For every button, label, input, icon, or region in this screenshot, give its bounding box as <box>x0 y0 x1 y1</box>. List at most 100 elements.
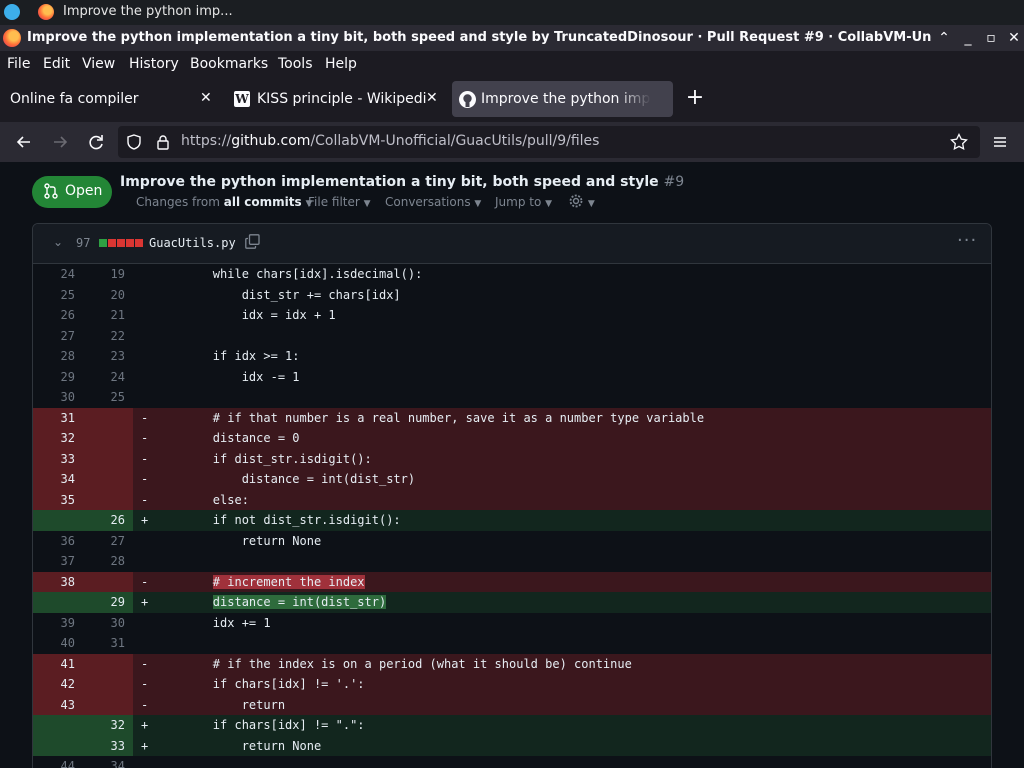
menu-help[interactable]: Help <box>325 56 357 72</box>
diff-row-ctx: 44 34 <box>33 756 991 768</box>
old-line-number[interactable]: 35 <box>33 489 83 510</box>
new-line-number[interactable]: 20 <box>83 285 133 306</box>
maximize-icon[interactable]: ▫ <box>981 28 1001 48</box>
site-shield-icon[interactable] <box>126 134 142 154</box>
old-line-number[interactable]: 43 <box>33 694 83 715</box>
menu-edit[interactable]: Edit <box>43 56 70 72</box>
new-line-number[interactable]: 32 <box>83 715 133 736</box>
pr-state-badge: Open <box>32 176 112 208</box>
new-line-number[interactable] <box>83 653 133 674</box>
old-line-number[interactable] <box>33 592 83 613</box>
diffstat-del-square <box>135 239 143 247</box>
old-line-number[interactable]: 25 <box>33 285 83 306</box>
app-menu-button[interactable] <box>988 130 1012 154</box>
lock-icon[interactable] <box>155 134 171 154</box>
diff-table: 24 19 while chars[idx].isdecimal(): 25 20 d… <box>33 264 991 768</box>
bookmark-star-icon[interactable] <box>950 133 968 155</box>
new-line-number[interactable]: 21 <box>83 305 133 326</box>
old-line-number[interactable]: 40 <box>33 633 83 654</box>
diff-row-ctx: 39 30 idx += 1 <box>33 612 991 634</box>
old-line-number[interactable]: 29 <box>33 367 83 388</box>
new-line-number[interactable] <box>83 489 133 510</box>
diff-row-ctx: 26 21 idx = idx + 1 <box>33 305 991 326</box>
old-line-number[interactable]: 42 <box>33 674 83 695</box>
old-line-number[interactable]: 36 <box>33 531 83 552</box>
forward-button[interactable] <box>48 130 72 154</box>
system-menu-icon[interactable] <box>4 4 20 20</box>
minimize-icon[interactable]: _ <box>958 28 978 48</box>
new-line-number[interactable]: 29 <box>83 592 133 613</box>
back-button[interactable] <box>12 130 36 154</box>
new-line-number[interactable]: 33 <box>83 735 133 756</box>
diff-settings-button[interactable]: ▼ <box>568 193 595 212</box>
file-name[interactable]: GuacUtils.py <box>149 236 236 250</box>
new-line-number[interactable]: 25 <box>83 387 133 408</box>
old-line-number[interactable]: 39 <box>33 613 83 634</box>
menu-history[interactable]: History <box>129 56 179 72</box>
new-tab-button[interactable]: + <box>684 85 706 111</box>
old-line-number[interactable]: 38 <box>33 571 83 592</box>
change-count: 97 <box>76 236 91 250</box>
new-line-number[interactable] <box>83 571 133 592</box>
new-line-number[interactable]: 34 <box>83 756 133 768</box>
menu-file[interactable]: File <box>7 56 30 72</box>
old-line-number[interactable] <box>33 735 83 756</box>
old-line-number[interactable]: 37 <box>33 551 83 572</box>
url-bar[interactable]: https://github.com/CollabVM-Unofficial/G… <box>118 126 980 158</box>
new-line-number[interactable] <box>83 674 133 695</box>
old-line-number[interactable] <box>33 510 83 531</box>
copy-path-icon[interactable] <box>245 234 260 249</box>
old-line-number[interactable]: 28 <box>33 346 83 367</box>
reload-button[interactable] <box>84 130 108 154</box>
old-line-number[interactable]: 33 <box>33 448 83 469</box>
gear-icon <box>569 194 583 208</box>
tab-close-icon[interactable]: ✕ <box>426 90 438 106</box>
tab-online-fa-compiler[interactable]: Online fa compiler ✕ <box>2 81 224 117</box>
collapse-chevron-icon[interactable]: ⌄ <box>53 235 63 249</box>
new-line-number[interactable]: 23 <box>83 346 133 367</box>
changes-from-dropdown[interactable]: Changes from all commits ▼ <box>136 195 312 209</box>
old-line-number[interactable]: 26 <box>33 305 83 326</box>
old-line-number[interactable]: 41 <box>33 653 83 674</box>
url-text[interactable]: https://github.com/CollabVM-Unofficial/G… <box>181 133 599 149</box>
menu-bookmarks[interactable]: Bookmarks <box>190 56 268 72</box>
window-keep-above-icon[interactable]: ⌃ <box>934 28 954 48</box>
firefox-taskbar-icon[interactable] <box>38 4 54 20</box>
old-line-number[interactable]: 27 <box>33 326 83 347</box>
new-line-number[interactable] <box>83 469 133 490</box>
new-line-number[interactable]: 30 <box>83 613 133 634</box>
new-line-number[interactable] <box>83 407 133 428</box>
new-line-number[interactable]: 31 <box>83 633 133 654</box>
old-line-number[interactable]: 24 <box>33 264 83 285</box>
new-line-number[interactable] <box>83 428 133 449</box>
old-line-number[interactable]: 32 <box>33 428 83 449</box>
new-line-number[interactable] <box>83 694 133 715</box>
old-line-number[interactable]: 30 <box>33 387 83 408</box>
reload-icon <box>89 135 103 150</box>
new-line-number[interactable]: 27 <box>83 531 133 552</box>
file-filter-dropdown[interactable]: File filter ▼ <box>308 195 371 209</box>
new-line-number[interactable]: 28 <box>83 551 133 572</box>
new-line-number[interactable]: 19 <box>83 264 133 285</box>
jump-to-dropdown[interactable]: Jump to ▼ <box>495 195 552 209</box>
pr-title-text[interactable]: Improve the python implementation a tiny… <box>120 174 659 190</box>
old-line-number[interactable]: 31 <box>33 407 83 428</box>
new-line-number[interactable] <box>83 448 133 469</box>
menu-view[interactable]: View <box>82 56 115 72</box>
old-line-number[interactable] <box>33 715 83 736</box>
taskbar-window-label[interactable]: Improve the python imp... <box>63 4 233 19</box>
new-line-number[interactable]: 26 <box>83 510 133 531</box>
close-window-icon[interactable]: ✕ <box>1004 28 1024 48</box>
new-line-number[interactable]: 24 <box>83 367 133 388</box>
tab-close-icon[interactable]: ✕ <box>200 90 212 106</box>
menu-tools[interactable]: Tools <box>278 56 313 72</box>
tab-kiss-principle[interactable]: W KISS principle - Wikipedia ✕ <box>228 81 450 117</box>
tab-pull-request[interactable]: Improve the python impl <box>452 81 673 117</box>
old-line-number[interactable]: 44 <box>33 756 83 768</box>
more-options-icon[interactable]: ··· <box>957 230 977 251</box>
pr-title[interactable]: Improve the python implementation a tiny… <box>120 174 684 190</box>
old-line-number[interactable]: 34 <box>33 469 83 490</box>
code-line: return None <box>155 533 322 548</box>
new-line-number[interactable]: 22 <box>83 326 133 347</box>
conversations-dropdown[interactable]: Conversations ▼ <box>385 195 481 209</box>
